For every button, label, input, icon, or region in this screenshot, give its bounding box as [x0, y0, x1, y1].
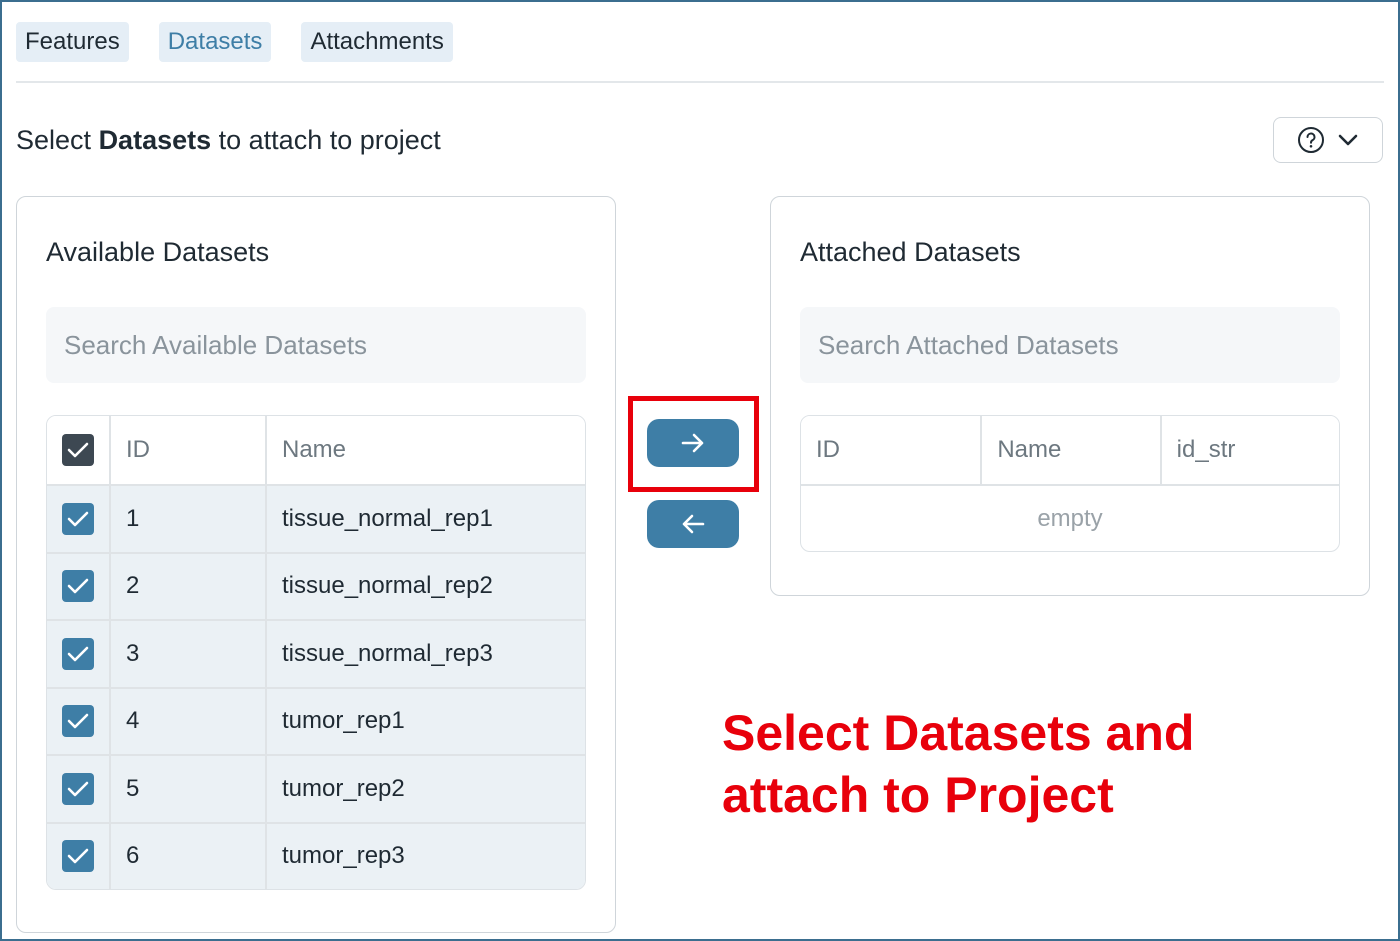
search-attached-input[interactable] — [800, 307, 1340, 383]
check-icon — [67, 511, 89, 527]
empty-state: empty — [801, 484, 1339, 551]
attached-datasets-title: Attached Datasets — [800, 237, 1021, 267]
table-row[interactable]: 3 tissue_normal_rep3 — [47, 619, 585, 687]
row-id: 1 — [109, 486, 265, 552]
tab-attachments[interactable]: Attachments — [301, 22, 453, 62]
highlight-box — [628, 396, 759, 492]
table-row[interactable]: 6 tumor_rep3 — [47, 821, 585, 890]
row-name: tumor_rep3 — [265, 823, 585, 889]
column-header-id[interactable]: ID — [801, 416, 980, 484]
row-check-cell — [47, 486, 109, 552]
annotation-text: Select Datasets and attach to Project — [722, 702, 1322, 826]
row-check-cell — [47, 554, 109, 620]
row-check-cell — [47, 689, 109, 755]
help-dropdown-button[interactable] — [1273, 117, 1383, 163]
available-datasets-panel: Available Datasets ID Name 1 tissue_norm… — [16, 196, 616, 933]
chevron-down-icon — [1338, 134, 1358, 146]
row-id: 6 — [109, 823, 265, 889]
row-id: 5 — [109, 756, 265, 822]
attached-datasets-panel: Attached Datasets ID Name id_str empty — [770, 196, 1370, 596]
column-header-id[interactable]: ID — [109, 416, 265, 484]
check-icon — [67, 848, 89, 864]
table-row[interactable]: 4 tumor_rep1 — [47, 686, 585, 755]
heading-suffix: to attach to project — [218, 125, 441, 155]
table-header-row: ID Name id_str — [801, 416, 1339, 484]
tab-bar: Features Datasets Attachments — [16, 22, 453, 83]
row-check-cell — [47, 824, 109, 890]
available-datasets-title: Available Datasets — [46, 237, 270, 267]
check-icon — [67, 646, 89, 662]
heading-bold: Datasets — [98, 125, 212, 155]
row-name: tumor_rep1 — [265, 688, 585, 754]
annotation-line-1: Select Datasets and — [722, 705, 1195, 761]
check-icon — [67, 713, 89, 729]
page-heading: Select Datasets to attach to project — [16, 122, 441, 158]
column-header-name[interactable]: Name — [265, 416, 585, 484]
row-checkbox[interactable] — [62, 502, 94, 535]
available-datasets-table: ID Name 1 tissue_normal_rep1 2 tissue_no… — [46, 415, 586, 890]
row-check-cell — [47, 621, 109, 687]
select-all-checkbox[interactable] — [62, 434, 94, 466]
check-icon — [67, 781, 89, 797]
row-name: tissue_normal_rep1 — [265, 486, 585, 552]
row-checkbox[interactable] — [62, 840, 94, 873]
attached-datasets-table: ID Name id_str empty — [800, 415, 1340, 552]
row-checkbox[interactable] — [62, 570, 94, 603]
row-name: tissue_normal_rep3 — [265, 621, 585, 687]
select-all-cell — [47, 416, 109, 484]
check-icon — [67, 442, 89, 458]
row-id: 2 — [109, 553, 265, 619]
tab-divider — [16, 81, 1384, 83]
row-check-cell — [47, 756, 109, 822]
row-name: tumor_rep2 — [265, 756, 585, 822]
annotation-line-2: attach to Project — [722, 767, 1114, 823]
search-available-input[interactable] — [46, 307, 586, 383]
column-header-id-str[interactable]: id_str — [1159, 416, 1339, 484]
column-header-name[interactable]: Name — [980, 416, 1159, 484]
table-row[interactable]: 2 tissue_normal_rep2 — [47, 551, 585, 620]
row-checkbox[interactable] — [62, 637, 94, 670]
table-header-row: ID Name — [47, 416, 585, 484]
row-checkbox[interactable] — [62, 705, 94, 738]
detach-selected-button[interactable] — [647, 500, 739, 548]
tab-datasets[interactable]: Datasets — [158, 22, 272, 83]
tab-features[interactable]: Features — [16, 22, 129, 62]
row-id: 4 — [109, 688, 265, 754]
table-row[interactable]: 5 tumor_rep2 — [47, 754, 585, 822]
arrow-left-icon — [682, 514, 705, 534]
row-name: tissue_normal_rep2 — [265, 553, 585, 619]
table-row[interactable]: 1 tissue_normal_rep1 — [47, 484, 585, 552]
help-circle-icon — [1298, 127, 1324, 153]
heading-prefix: Select — [16, 125, 92, 155]
row-id: 3 — [109, 621, 265, 687]
row-checkbox[interactable] — [62, 772, 94, 805]
check-icon — [67, 578, 89, 594]
